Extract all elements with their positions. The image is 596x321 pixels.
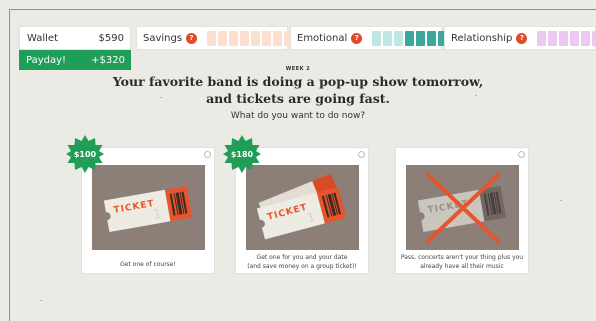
meter-segment: [262, 30, 272, 46]
caption-line-1: Get one for you and your date: [256, 254, 348, 261]
caption-line-1: Pass, concerts aren't your thing plus yo…: [400, 254, 524, 261]
price-badge: $100: [65, 134, 105, 174]
background-speck: [475, 95, 477, 96]
meter-segment: [394, 30, 404, 46]
relationship-info-icon[interactable]: ?: [516, 32, 528, 44]
background-speck: [160, 97, 162, 98]
two-tickets-icon: TICKET 1: [246, 165, 359, 250]
meter-segment: [537, 30, 547, 46]
emotional-info-icon[interactable]: ?: [351, 32, 363, 44]
meter-segment: [383, 30, 393, 46]
price-text: $100: [73, 149, 97, 159]
emotional-meter: Emotional ?: [290, 26, 459, 50]
wallet-panel: Wallet $590: [19, 26, 131, 50]
wallet-label: Wallet: [27, 32, 59, 44]
payday-label: Payday!: [26, 54, 67, 66]
caption-line-2: already have all their music: [420, 263, 504, 270]
option-radio[interactable]: [204, 151, 211, 158]
scenario-headline: Your favorite band is doing a pop-up sho…: [0, 73, 596, 107]
relationship-meter-bar: [537, 30, 596, 46]
question-text: What do you want to do now?: [230, 111, 366, 121]
meter-segment: [273, 30, 283, 46]
background-speck: [560, 200, 562, 201]
meter-segment: [229, 30, 239, 46]
meter-segment: [207, 30, 217, 46]
meter-segment: [592, 30, 596, 46]
option-caption: Pass, concerts aren't your thing plus yo…: [400, 253, 524, 271]
single-ticket-icon: TICKET 1: [92, 165, 205, 250]
meter-segment: [251, 30, 261, 46]
savings-meter-bar: [207, 30, 294, 46]
background-speck: [120, 265, 122, 266]
meter-segment: [559, 30, 569, 46]
savings-label: Savings: [143, 32, 183, 44]
meter-segment: [372, 30, 382, 46]
meter-segment: [427, 30, 437, 46]
emotional-label: Emotional: [297, 32, 348, 44]
meter-segment: [416, 30, 426, 46]
headline-line-2: and tickets are going fast.: [206, 91, 390, 106]
meter-segment: [240, 30, 250, 46]
relationship-label: Relationship: [451, 32, 513, 44]
option-radio[interactable]: [358, 151, 365, 158]
relationship-meter: Relationship ?: [444, 26, 596, 50]
option-caption: Get one of course!: [86, 260, 210, 269]
option-card-pass[interactable]: TICKET Pass, concerts aren't your thing …: [395, 147, 529, 274]
meter-segment: [570, 30, 580, 46]
crossed-out-ticket-icon: TICKET: [406, 165, 519, 250]
option-caption: Get one for you and your date (and save …: [240, 253, 364, 271]
headline-line-1: Your favorite band is doing a pop-up sho…: [112, 74, 484, 89]
price-badge: $180: [222, 134, 262, 174]
option-radio[interactable]: [518, 151, 525, 158]
week-label: WEEK 2: [285, 66, 311, 72]
caption-line-2: (and save money on a group ticket)!: [247, 263, 357, 270]
meter-segment: [218, 30, 228, 46]
meter-segment: [548, 30, 558, 46]
price-text: $180: [230, 149, 254, 159]
savings-info-icon[interactable]: ?: [186, 32, 198, 44]
meter-segment: [581, 30, 591, 46]
wallet-value: $590: [98, 32, 124, 44]
caption-line-1: Get one of course!: [120, 261, 176, 268]
payday-value: +$320: [91, 54, 125, 66]
meter-segment: [405, 30, 415, 46]
background-speck: [40, 300, 42, 301]
savings-meter: Savings ?: [136, 26, 294, 50]
